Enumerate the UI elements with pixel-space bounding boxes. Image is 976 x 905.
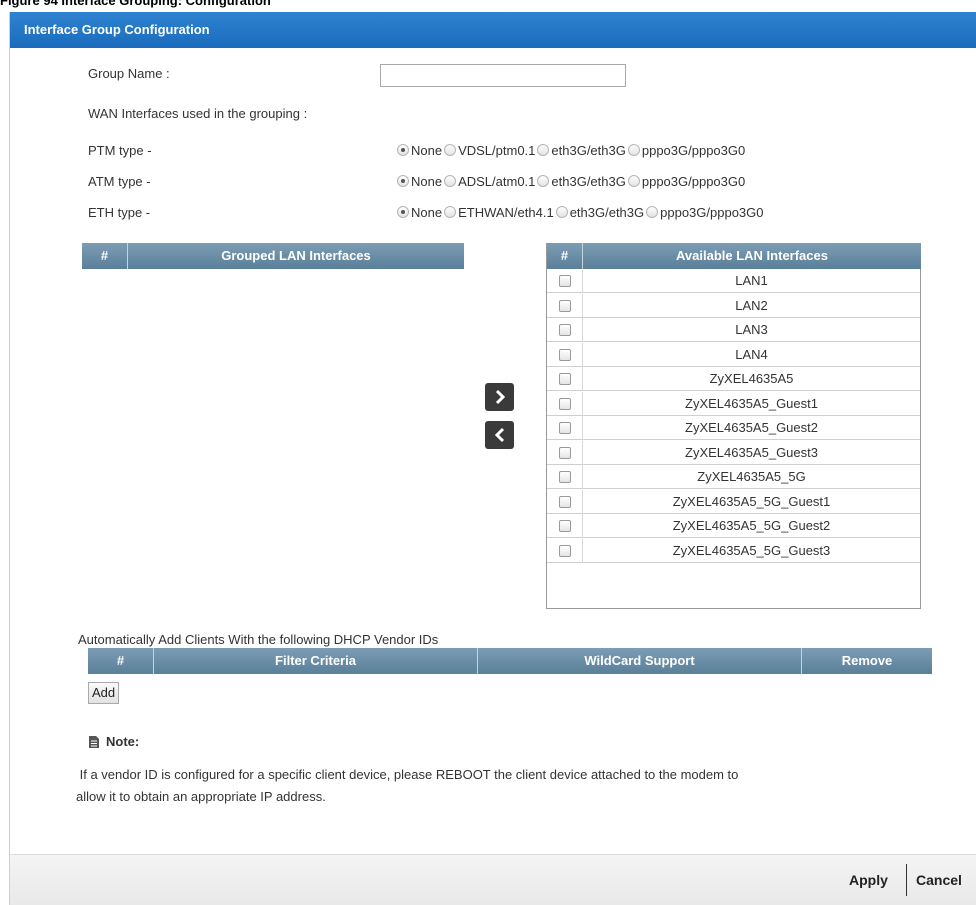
lan-checkbox[interactable] xyxy=(559,495,571,508)
wan-row-label: ATM type - xyxy=(88,174,151,189)
lan-checkbox[interactable] xyxy=(559,544,571,557)
lan-interface-name: ZyXEL4635A5_5G_Guest1 xyxy=(672,493,831,509)
available-lan-row: ZyXEL4635A5_5G xyxy=(547,465,920,489)
note-icon xyxy=(89,735,99,748)
lan-checkbox[interactable] xyxy=(559,446,571,459)
wan-radio-button[interactable] xyxy=(397,175,409,187)
wan-radio-button[interactable] xyxy=(444,144,457,156)
cancel-button[interactable]: Cancel xyxy=(916,866,962,894)
grouped-col-name: Grouped LAN Interfaces xyxy=(128,243,464,269)
lan-interface-name: LAN2 xyxy=(735,297,768,313)
wan-radio-label: pppo3G/pppo3G0 xyxy=(641,143,746,158)
chevron-left-icon xyxy=(494,427,504,443)
wan-radio-button[interactable] xyxy=(397,206,409,218)
lan-checkbox[interactable] xyxy=(559,324,571,336)
available-lan-row: LAN4 xyxy=(547,342,920,367)
wan-radio-button[interactable] xyxy=(444,206,457,218)
wan-radio-label: None xyxy=(411,143,443,158)
interface-group-panel: Interface Group Configuration Group Name… xyxy=(9,12,976,905)
available-lan-row: LAN1 xyxy=(547,269,920,293)
lan-checkbox[interactable] xyxy=(559,422,571,434)
wan-radio-button[interactable] xyxy=(646,206,659,218)
available-lan-row: ZyXEL4635A5_Guest1 xyxy=(547,391,920,416)
lan-checkbox[interactable] xyxy=(559,520,571,532)
wan-radio-group: None ETHWAN/eth4.1 eth3G/eth3G pppo3G/pppo3… xyxy=(397,205,766,220)
wan-row-label: PTM type - xyxy=(88,143,152,158)
wan-radio-label: eth3G/eth3G xyxy=(551,174,626,189)
vendor-col-filter: Filter Criteria xyxy=(154,648,478,674)
wan-radio-label: None xyxy=(411,205,443,220)
available-lan-row: ZyXEL4635A5 xyxy=(547,367,920,391)
lan-interface-name: ZyXEL4635A5_Guest3 xyxy=(685,444,818,460)
wan-radio-label: eth3G/eth3G xyxy=(569,205,645,220)
wan-radio-group: None ADSL/atm0.1 eth3G/eth3G pppo3G/pppo3G0 xyxy=(397,174,747,189)
lan-interface-name: ZyXEL4635A5_Guest2 xyxy=(685,420,818,435)
footer-bar: Apply Cancel xyxy=(10,854,976,905)
wan-interfaces-label: WAN Interfaces used in the grouping : xyxy=(88,106,308,121)
add-vendor-button[interactable]: Add xyxy=(88,682,120,704)
vendor-ids-label: Automatically Add Clients With the follo… xyxy=(78,632,439,647)
apply-button[interactable]: Apply xyxy=(849,866,888,894)
lan-checkbox[interactable] xyxy=(559,275,571,287)
footer-divider xyxy=(906,864,907,896)
group-name-input[interactable] xyxy=(380,64,626,87)
wan-radio-label: eth3G/eth3G xyxy=(551,143,626,158)
move-right-button[interactable] xyxy=(485,383,514,411)
wan-radio-button[interactable] xyxy=(444,175,457,187)
wan-radio-button[interactable] xyxy=(397,144,409,156)
wan-radio-label: None xyxy=(411,174,443,189)
wan-radio-button[interactable] xyxy=(537,175,550,187)
available-lan-row: LAN2 xyxy=(547,293,920,318)
grouped-col-num: # xyxy=(82,243,128,269)
vendor-col-remove: Remove xyxy=(802,648,932,674)
panel-title: Interface Group Configuration xyxy=(10,12,976,48)
lan-checkbox[interactable] xyxy=(559,348,571,361)
move-left-button[interactable] xyxy=(485,421,514,449)
wan-radio-label: pppo3G/pppo3G0 xyxy=(641,174,746,189)
wan-radio-label: ADSL/atm0.1 xyxy=(458,174,536,189)
note-title: Note: xyxy=(106,734,140,749)
available-lan-row: ZyXEL4635A5_5G_Guest1 xyxy=(547,489,920,514)
note-heading: Note: xyxy=(88,734,139,749)
wan-radio-label: pppo3G/pppo3G0 xyxy=(660,205,764,220)
group-name-label: Group Name : xyxy=(88,66,170,81)
wan-radio-label: ETHWAN/eth4.1 xyxy=(458,205,554,220)
vendor-col-wildcard: WildCard Support xyxy=(478,648,802,674)
lan-checkbox[interactable] xyxy=(559,397,571,410)
lan-interface-name: LAN3 xyxy=(735,322,768,337)
wan-radio-label: VDSL/ptm0.1 xyxy=(458,143,536,158)
wan-radio-button[interactable] xyxy=(627,144,640,156)
figure-caption: Figure 94 Interface Grouping: Configurat… xyxy=(0,0,271,8)
lan-interface-name: ZyXEL4635A5_5G xyxy=(697,469,806,484)
lan-checkbox[interactable] xyxy=(559,471,571,483)
lan-interface-name: ZyXEL4635A5_Guest1 xyxy=(685,395,818,411)
available-lan-row: ZyXEL4635A5_5G_Guest3 xyxy=(547,538,920,563)
available-col-name: Available LAN Interfaces xyxy=(583,243,921,269)
wan-radio-button[interactable] xyxy=(627,175,640,187)
lan-checkbox[interactable] xyxy=(559,373,571,385)
chevron-right-icon xyxy=(495,389,505,405)
available-lan-row: ZyXEL4635A5_Guest3 xyxy=(547,440,920,465)
lan-interface-name: LAN1 xyxy=(735,273,768,288)
wan-row-label: ETH type - xyxy=(88,205,151,220)
available-col-num: # xyxy=(547,243,583,269)
lan-interface-name: ZyXEL4635A5_5G_Guest2 xyxy=(672,518,831,533)
lan-interface-name: LAN4 xyxy=(735,346,768,362)
lan-interface-name: ZyXEL4635A5 xyxy=(709,371,794,386)
vendor-col-num: # xyxy=(88,648,154,674)
lan-checkbox[interactable] xyxy=(559,299,571,312)
wan-radio-group: None VDSL/ptm0.1 eth3G/eth3G pppo3G/pppo3G0 xyxy=(397,143,747,158)
available-lan-row: LAN3 xyxy=(547,318,920,342)
note-line-1: If a vendor ID is configured for a speci… xyxy=(76,767,739,782)
wan-radio-button[interactable] xyxy=(555,206,568,218)
note-line-2: allow it to obtain an appropriate IP add… xyxy=(76,789,326,804)
available-lan-row: ZyXEL4635A5_Guest2 xyxy=(547,416,920,440)
lan-interface-name: ZyXEL4635A5_5G_Guest3 xyxy=(672,542,831,558)
available-lan-table: # Available LAN Interfaces LAN1 LAN2 LAN3 L… xyxy=(546,243,921,609)
wan-radio-button[interactable] xyxy=(537,144,550,156)
available-lan-row: ZyXEL4635A5_5G_Guest2 xyxy=(547,514,920,538)
